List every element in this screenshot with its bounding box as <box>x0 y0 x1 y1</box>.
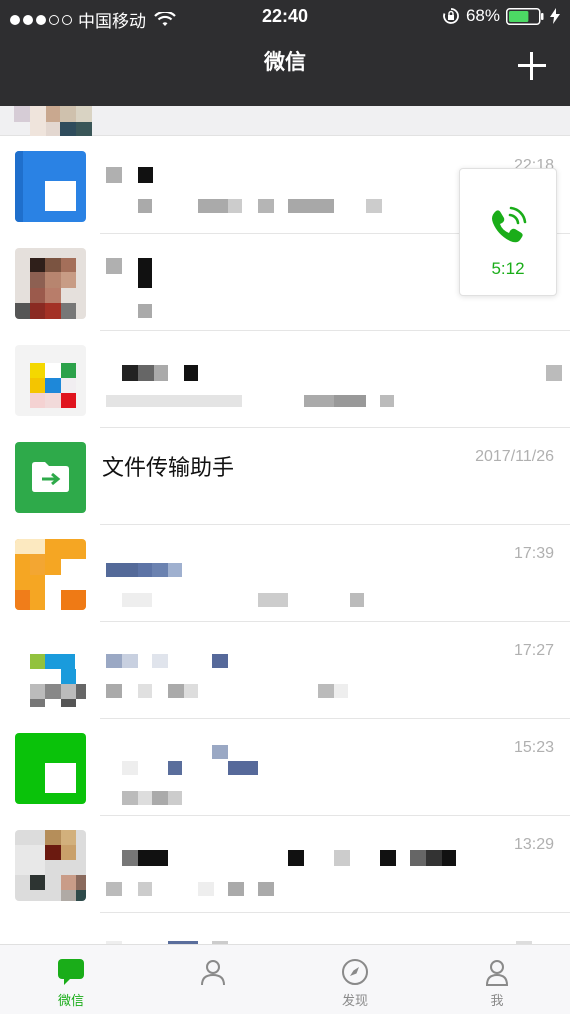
battery-icon <box>506 7 544 25</box>
status-right: 68% <box>442 6 560 26</box>
tab-bar: 微信 发现 我 <box>0 944 570 1014</box>
battery-fill <box>509 10 529 22</box>
chat-row[interactable]: 13:29 <box>0 816 570 913</box>
chat-time: 17:27 <box>513 642 554 659</box>
chat-row[interactable]: 17:39 <box>0 525 570 622</box>
avatar <box>14 106 92 136</box>
chat-time: 13:29 <box>513 836 554 853</box>
compass-icon <box>342 959 368 985</box>
chat-bubble-icon <box>58 959 84 985</box>
tab-label: 微信 <box>57 993 84 1008</box>
tab-contacts[interactable] <box>142 945 284 1014</box>
tab-discover[interactable]: 发现 <box>284 945 426 1014</box>
chat-row[interactable]: 15:23 <box>0 719 570 816</box>
chat-row[interactable] <box>0 331 570 428</box>
tab-wechat[interactable]: 微信 <box>0 945 142 1014</box>
avatar <box>15 733 86 804</box>
chat-row-file-transfer[interactable]: 文件传输助手 2017/11/26 <box>0 428 570 525</box>
tab-me[interactable]: 我 <box>426 945 568 1014</box>
avatar <box>15 636 86 707</box>
phone-call-icon <box>492 206 527 243</box>
tab-label: 发现 <box>341 993 368 1008</box>
ongoing-call-float[interactable]: 5:12 <box>459 168 557 296</box>
folder-arrow-icon <box>32 462 69 492</box>
avatar <box>15 830 86 901</box>
avatar <box>15 345 86 416</box>
partial-chat-row[interactable] <box>0 106 570 136</box>
partial-chat-row[interactable] <box>0 913 570 944</box>
chat-row[interactable]: 17:27 <box>0 622 570 719</box>
nav-header: 微信 <box>0 32 570 106</box>
rotation-lock-icon <box>443 8 459 24</box>
chat-time: 15:23 <box>513 739 554 756</box>
tab-label: 我 <box>490 993 504 1008</box>
chat-time: 17:39 <box>513 545 554 562</box>
add-button[interactable] <box>516 50 548 82</box>
call-duration: 5:12 <box>491 259 525 278</box>
avatar <box>15 151 86 222</box>
profile-icon <box>485 960 509 986</box>
page-title: 微信 <box>264 51 306 74</box>
avatar <box>15 248 86 319</box>
avatar <box>15 539 86 610</box>
chat-time: 2017/11/26 <box>475 448 554 465</box>
status-bar: 中国移动 22:40 68% <box>0 0 570 32</box>
charging-icon <box>550 8 560 24</box>
chat-name: 文件传输助手 <box>102 455 235 480</box>
contacts-icon <box>201 960 225 986</box>
battery-percent: 68% <box>465 6 500 25</box>
avatar <box>15 442 86 513</box>
